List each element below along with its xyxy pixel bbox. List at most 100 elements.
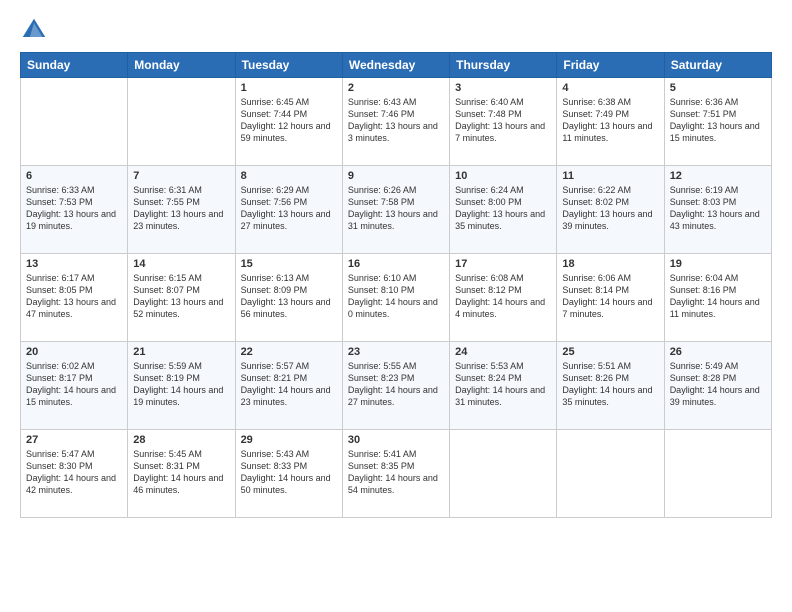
day-info: Sunrise: 6:06 AM Sunset: 8:14 PM Dayligh…	[562, 272, 658, 321]
calendar-cell: 12 Sunrise: 6:19 AM Sunset: 8:03 PM Dayli…	[664, 166, 771, 254]
day-info: Sunrise: 6:02 AM Sunset: 8:17 PM Dayligh…	[26, 360, 122, 409]
day-info: Sunrise: 6:17 AM Sunset: 8:05 PM Dayligh…	[26, 272, 122, 321]
day-number: 3	[455, 82, 551, 94]
calendar-cell: 9Sunrise: 6:26 AM Sunset: 7:58 PM Daylig…	[342, 166, 449, 254]
calendar-week-3: 13 Sunrise: 6:17 AM Sunset: 8:05 PM Dayli…	[21, 254, 772, 342]
calendar-cell: 23 Sunrise: 5:55 AM Sunset: 8:23 PM Dayli…	[342, 342, 449, 430]
day-info: Sunrise: 5:47 AM Sunset: 8:30 PM Dayligh…	[26, 448, 122, 497]
day-number: 2	[348, 82, 444, 94]
day-info: Sunrise: 5:53 AM Sunset: 8:24 PM Dayligh…	[455, 360, 551, 409]
day-number: 29	[241, 434, 337, 446]
day-info: Sunrise: 6:36 AM Sunset: 7:51 PM Dayligh…	[670, 96, 766, 145]
day-number: 12	[670, 170, 766, 182]
day-info: Sunrise: 6:40 AM Sunset: 7:48 PM Dayligh…	[455, 96, 551, 145]
calendar-cell: 14 Sunrise: 6:15 AM Sunset: 8:07 PM Dayli…	[128, 254, 235, 342]
day-of-week-thursday: Thursday	[450, 53, 557, 78]
day-info: Sunrise: 6:26 AM Sunset: 7:58 PM Dayligh…	[348, 184, 444, 233]
day-info: Sunrise: 6:38 AM Sunset: 7:49 PM Dayligh…	[562, 96, 658, 145]
calendar-cell: 21 Sunrise: 5:59 AM Sunset: 8:19 PM Dayli…	[128, 342, 235, 430]
day-info: Sunrise: 6:29 AM Sunset: 7:56 PM Dayligh…	[241, 184, 337, 233]
calendar-cell: 26Sunrise: 5:49 AM Sunset: 8:28 PM Dayli…	[664, 342, 771, 430]
calendar-cell: 25 Sunrise: 5:51 AM Sunset: 8:26 PM Dayli…	[557, 342, 664, 430]
calendar-cell: 20 Sunrise: 6:02 AM Sunset: 8:17 PM Dayli…	[21, 342, 128, 430]
day-info: Sunrise: 6:10 AM Sunset: 8:10 PM Dayligh…	[348, 272, 444, 321]
page: SundayMondayTuesdayWednesdayThursdayFrid…	[0, 0, 792, 612]
calendar-cell: 7Sunrise: 6:31 AM Sunset: 7:55 PM Daylig…	[128, 166, 235, 254]
day-number: 1	[241, 82, 337, 94]
calendar-cell: 19 Sunrise: 6:04 AM Sunset: 8:16 PM Dayli…	[664, 254, 771, 342]
day-number: 4	[562, 82, 658, 94]
calendar-cell	[664, 430, 771, 518]
calendar-cell: 27 Sunrise: 5:47 AM Sunset: 8:30 PM Dayli…	[21, 430, 128, 518]
day-number: 11	[562, 170, 658, 182]
header	[20, 16, 772, 44]
calendar-cell: 28 Sunrise: 5:45 AM Sunset: 8:31 PM Dayli…	[128, 430, 235, 518]
day-info: Sunrise: 5:45 AM Sunset: 8:31 PM Dayligh…	[133, 448, 229, 497]
calendar-week-1: 1 Sunrise: 6:45 AM Sunset: 7:44 PM Daylig…	[21, 78, 772, 166]
day-number: 28	[133, 434, 229, 446]
calendar-cell: 22 Sunrise: 5:57 AM Sunset: 8:21 PM Dayli…	[235, 342, 342, 430]
calendar-header-row: SundayMondayTuesdayWednesdayThursdayFrid…	[21, 53, 772, 78]
day-number: 27	[26, 434, 122, 446]
day-info: Sunrise: 5:43 AM Sunset: 8:33 PM Dayligh…	[241, 448, 337, 497]
day-info: Sunrise: 5:49 AM Sunset: 8:28 PM Dayligh…	[670, 360, 766, 409]
day-of-week-saturday: Saturday	[664, 53, 771, 78]
day-number: 16	[348, 258, 444, 270]
day-number: 8	[241, 170, 337, 182]
calendar-week-5: 27 Sunrise: 5:47 AM Sunset: 8:30 PM Dayli…	[21, 430, 772, 518]
day-info: Sunrise: 6:45 AM Sunset: 7:44 PM Dayligh…	[241, 96, 337, 145]
day-info: Sunrise: 6:08 AM Sunset: 8:12 PM Dayligh…	[455, 272, 551, 321]
day-of-week-wednesday: Wednesday	[342, 53, 449, 78]
day-info: Sunrise: 6:19 AM Sunset: 8:03 PM Dayligh…	[670, 184, 766, 233]
calendar-cell: 1 Sunrise: 6:45 AM Sunset: 7:44 PM Daylig…	[235, 78, 342, 166]
calendar-cell	[21, 78, 128, 166]
day-number: 19	[670, 258, 766, 270]
day-number: 22	[241, 346, 337, 358]
day-of-week-sunday: Sunday	[21, 53, 128, 78]
calendar-week-2: 6 Sunrise: 6:33 AM Sunset: 7:53 PM Daylig…	[21, 166, 772, 254]
day-info: Sunrise: 5:59 AM Sunset: 8:19 PM Dayligh…	[133, 360, 229, 409]
calendar-cell: 13 Sunrise: 6:17 AM Sunset: 8:05 PM Dayli…	[21, 254, 128, 342]
day-info: Sunrise: 6:31 AM Sunset: 7:55 PM Dayligh…	[133, 184, 229, 233]
calendar-cell: 16 Sunrise: 6:10 AM Sunset: 8:10 PM Dayli…	[342, 254, 449, 342]
calendar-week-4: 20 Sunrise: 6:02 AM Sunset: 8:17 PM Dayli…	[21, 342, 772, 430]
calendar-cell: 8 Sunrise: 6:29 AM Sunset: 7:56 PM Daylig…	[235, 166, 342, 254]
calendar-cell: 15 Sunrise: 6:13 AM Sunset: 8:09 PM Dayli…	[235, 254, 342, 342]
calendar-cell	[557, 430, 664, 518]
day-number: 25	[562, 346, 658, 358]
calendar-cell: 24 Sunrise: 5:53 AM Sunset: 8:24 PM Dayli…	[450, 342, 557, 430]
calendar-cell: 2 Sunrise: 6:43 AM Sunset: 7:46 PM Daylig…	[342, 78, 449, 166]
day-number: 23	[348, 346, 444, 358]
day-info: Sunrise: 6:43 AM Sunset: 7:46 PM Dayligh…	[348, 96, 444, 145]
day-number: 24	[455, 346, 551, 358]
day-of-week-friday: Friday	[557, 53, 664, 78]
calendar-cell	[128, 78, 235, 166]
calendar-cell: 4 Sunrise: 6:38 AM Sunset: 7:49 PM Daylig…	[557, 78, 664, 166]
day-number: 14	[133, 258, 229, 270]
day-info: Sunrise: 6:24 AM Sunset: 8:00 PM Dayligh…	[455, 184, 551, 233]
calendar-cell: 11Sunrise: 6:22 AM Sunset: 8:02 PM Dayli…	[557, 166, 664, 254]
day-number: 21	[133, 346, 229, 358]
day-info: Sunrise: 6:13 AM Sunset: 8:09 PM Dayligh…	[241, 272, 337, 321]
day-number: 5	[670, 82, 766, 94]
day-info: Sunrise: 6:15 AM Sunset: 8:07 PM Dayligh…	[133, 272, 229, 321]
day-number: 6	[26, 170, 122, 182]
day-info: Sunrise: 5:57 AM Sunset: 8:21 PM Dayligh…	[241, 360, 337, 409]
day-number: 15	[241, 258, 337, 270]
day-info: Sunrise: 5:55 AM Sunset: 8:23 PM Dayligh…	[348, 360, 444, 409]
calendar-cell: 30Sunrise: 5:41 AM Sunset: 8:35 PM Dayli…	[342, 430, 449, 518]
calendar-cell	[450, 430, 557, 518]
calendar-cell: 10 Sunrise: 6:24 AM Sunset: 8:00 PM Dayli…	[450, 166, 557, 254]
day-number: 10	[455, 170, 551, 182]
logo-icon	[20, 16, 48, 44]
day-number: 20	[26, 346, 122, 358]
day-info: Sunrise: 6:33 AM Sunset: 7:53 PM Dayligh…	[26, 184, 122, 233]
calendar-cell: 18Sunrise: 6:06 AM Sunset: 8:14 PM Dayli…	[557, 254, 664, 342]
calendar-cell: 6 Sunrise: 6:33 AM Sunset: 7:53 PM Daylig…	[21, 166, 128, 254]
calendar-cell: 5 Sunrise: 6:36 AM Sunset: 7:51 PM Daylig…	[664, 78, 771, 166]
day-number: 13	[26, 258, 122, 270]
day-of-week-monday: Monday	[128, 53, 235, 78]
day-info: Sunrise: 6:04 AM Sunset: 8:16 PM Dayligh…	[670, 272, 766, 321]
day-info: Sunrise: 5:51 AM Sunset: 8:26 PM Dayligh…	[562, 360, 658, 409]
calendar: SundayMondayTuesdayWednesdayThursdayFrid…	[20, 52, 772, 518]
